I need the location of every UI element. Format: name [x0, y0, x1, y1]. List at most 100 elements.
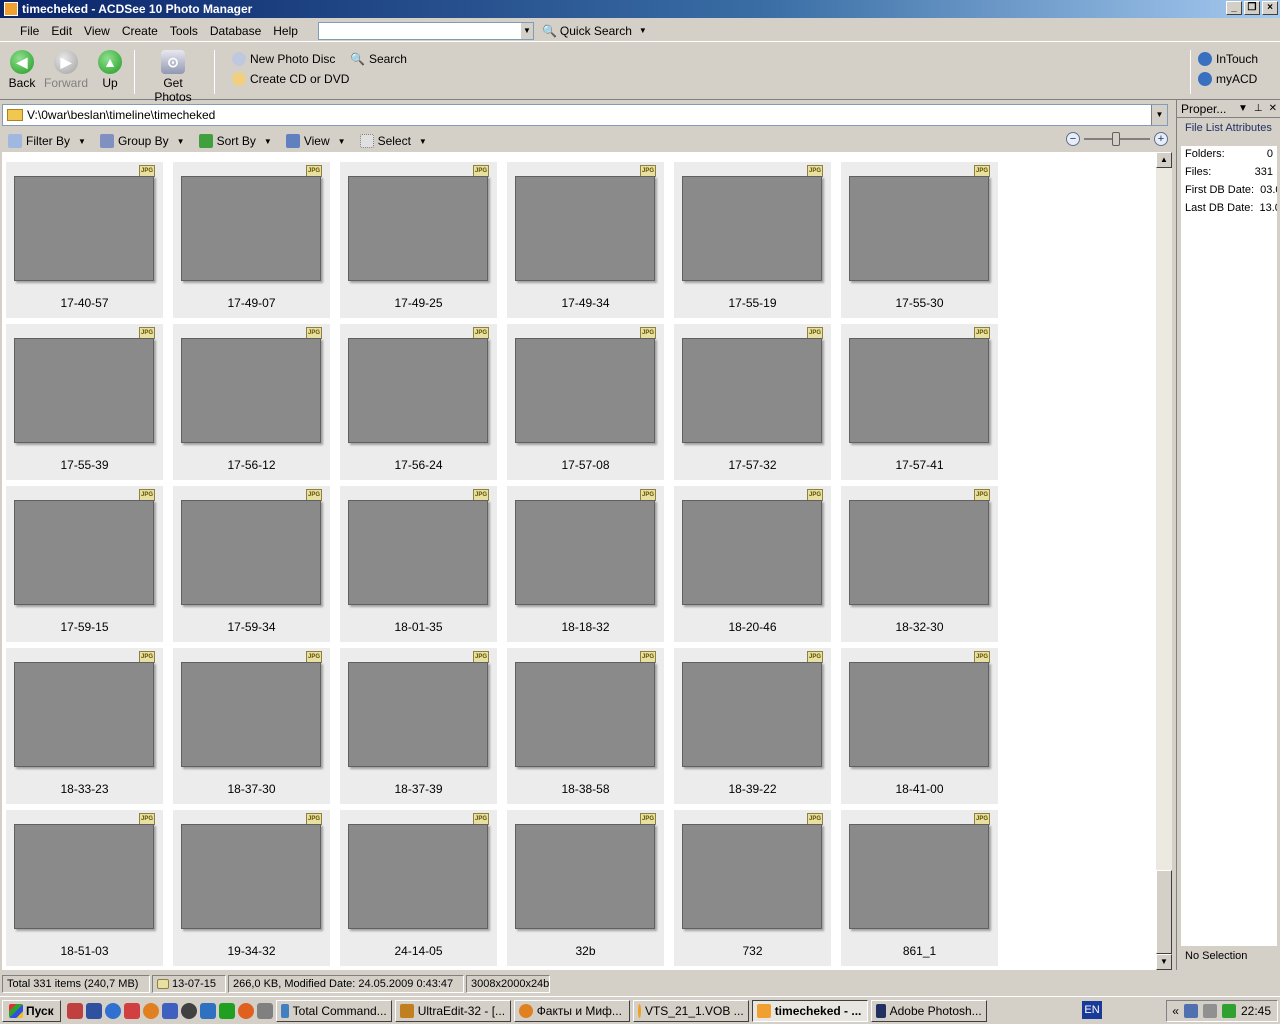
- menu-view[interactable]: View: [78, 22, 116, 40]
- task-button[interactable]: Adobe Photosh...: [870, 999, 987, 1022]
- photo-thumbnail[interactable]: [348, 662, 488, 767]
- photo-thumbnail[interactable]: [14, 824, 154, 929]
- thumbnail-tile[interactable]: JPG 18-41-00: [841, 648, 998, 804]
- photo-thumbnail[interactable]: [515, 824, 655, 929]
- menu-tools[interactable]: Tools: [164, 22, 204, 40]
- path-bar[interactable]: V:\0war\beslan\timeline\timecheked ▼: [2, 104, 1168, 126]
- thumbnail-tile[interactable]: JPG 24-14-05: [340, 810, 497, 966]
- photo-thumbnail[interactable]: [682, 662, 822, 767]
- thumbnail-tile[interactable]: JPG 18-01-35: [340, 486, 497, 642]
- thumbnail-tile[interactable]: JPG 18-18-32: [507, 486, 664, 642]
- thumbnail-tile[interactable]: JPG 17-49-34: [507, 162, 664, 318]
- photo-thumbnail[interactable]: [348, 500, 488, 605]
- thumbnail-tile[interactable]: JPG 732: [674, 810, 831, 966]
- tray-expand-icon[interactable]: «: [1172, 1004, 1179, 1018]
- photo-thumbnail[interactable]: [682, 176, 822, 281]
- search-button[interactable]: 🔍 Search: [350, 52, 407, 66]
- menu-create[interactable]: Create: [116, 22, 164, 40]
- thumbnail-tile[interactable]: JPG 17-40-57: [6, 162, 163, 318]
- photo-thumbnail[interactable]: [682, 338, 822, 443]
- thumbnail-tile[interactable]: JPG 17-56-12: [173, 324, 330, 480]
- intouch-button[interactable]: InTouch: [1198, 52, 1258, 66]
- photo-thumbnail[interactable]: [515, 338, 655, 443]
- menu-help[interactable]: Help: [267, 22, 304, 40]
- quicklaunch-icon[interactable]: [218, 1002, 235, 1019]
- chevron-down-icon[interactable]: ▼: [1151, 105, 1167, 125]
- get-photos-button[interactable]: ⊙ Get Photos: [144, 50, 202, 104]
- photo-thumbnail[interactable]: [849, 824, 989, 929]
- photo-thumbnail[interactable]: [682, 824, 822, 929]
- thumbnail-tile[interactable]: JPG 17-55-19: [674, 162, 831, 318]
- menu-database[interactable]: Database: [204, 22, 267, 40]
- zoom-slider[interactable]: [1084, 132, 1150, 146]
- thumbnail-tile[interactable]: JPG 861_1: [841, 810, 998, 966]
- thumbnail-tile[interactable]: JPG 18-32-30: [841, 486, 998, 642]
- thumbnail-tile[interactable]: JPG 18-20-46: [674, 486, 831, 642]
- myacd-button[interactable]: myACD: [1198, 72, 1257, 86]
- minimize-button[interactable]: _: [1226, 1, 1242, 15]
- filter-by-button[interactable]: Filter By ▼: [8, 134, 86, 148]
- quicklaunch-icon[interactable]: [66, 1002, 83, 1019]
- task-button[interactable]: Факты и Миф...: [513, 999, 630, 1022]
- thumbnail-tile[interactable]: JPG 17-56-24: [340, 324, 497, 480]
- thumbnail-tile[interactable]: JPG 17-57-08: [507, 324, 664, 480]
- quicklaunch-icon[interactable]: [123, 1002, 140, 1019]
- photo-thumbnail[interactable]: [849, 500, 989, 605]
- photo-thumbnail[interactable]: [849, 176, 989, 281]
- photo-thumbnail[interactable]: [515, 500, 655, 605]
- photo-thumbnail[interactable]: [14, 500, 154, 605]
- quicklaunch-icon[interactable]: [256, 1002, 273, 1019]
- quicklaunch-icon[interactable]: [180, 1002, 197, 1019]
- quicklaunch-icon[interactable]: [161, 1002, 178, 1019]
- thumbnail-tile[interactable]: JPG 17-55-30: [841, 162, 998, 318]
- photo-thumbnail[interactable]: [181, 176, 321, 281]
- tray-icon[interactable]: [1202, 1004, 1217, 1018]
- thumbnail-tile[interactable]: JPG 19-34-32: [173, 810, 330, 966]
- quicklaunch-icon[interactable]: [104, 1002, 121, 1019]
- thumbnail-tile[interactable]: JPG 18-37-39: [340, 648, 497, 804]
- pin-icon[interactable]: ⊥: [1254, 103, 1263, 114]
- photo-thumbnail[interactable]: [348, 824, 488, 929]
- thumbnail-tile[interactable]: JPG 18-38-58: [507, 648, 664, 804]
- thumbnail-tile[interactable]: JPG 17-59-34: [173, 486, 330, 642]
- new-photo-disc-button[interactable]: New Photo Disc: [232, 52, 335, 66]
- firefox-icon[interactable]: [142, 1002, 159, 1019]
- photo-thumbnail[interactable]: [181, 824, 321, 929]
- photo-thumbnail[interactable]: [14, 176, 154, 281]
- thumbnail-tile[interactable]: JPG 17-55-39: [6, 324, 163, 480]
- create-cd-button[interactable]: Create CD or DVD: [232, 72, 349, 86]
- menu-file[interactable]: File: [14, 22, 45, 40]
- thumbnail-tile[interactable]: JPG 32b: [507, 810, 664, 966]
- restore-button[interactable]: ❐: [1244, 1, 1260, 15]
- select-button[interactable]: Select ▼: [359, 134, 427, 148]
- task-button[interactable]: VTS_21_1.VOB ...: [632, 999, 749, 1022]
- vertical-scrollbar[interactable]: ▲ ▼: [1156, 152, 1172, 970]
- quicklaunch-icon[interactable]: [237, 1002, 254, 1019]
- thumbnail-tile[interactable]: JPG 18-33-23: [6, 648, 163, 804]
- thumbnail-tile[interactable]: JPG 17-57-41: [841, 324, 998, 480]
- menu-edit[interactable]: Edit: [45, 22, 78, 40]
- network-icon[interactable]: [1183, 1004, 1198, 1018]
- task-button[interactable]: UltraEdit-32 - [...: [394, 999, 511, 1022]
- photo-thumbnail[interactable]: [682, 500, 822, 605]
- photo-thumbnail[interactable]: [348, 176, 488, 281]
- start-button[interactable]: Пуск: [2, 999, 61, 1022]
- close-icon[interactable]: ✕: [1269, 103, 1277, 114]
- photo-thumbnail[interactable]: [14, 338, 154, 443]
- thumbnail-tile[interactable]: JPG 18-37-30: [173, 648, 330, 804]
- photo-thumbnail[interactable]: [515, 662, 655, 767]
- chevron-down-icon[interactable]: ▼: [520, 22, 533, 39]
- thumbnail-tile[interactable]: JPG 17-59-15: [6, 486, 163, 642]
- photo-thumbnail[interactable]: [849, 338, 989, 443]
- tray-icon[interactable]: [1221, 1004, 1236, 1018]
- photo-thumbnail[interactable]: [181, 500, 321, 605]
- view-button[interactable]: View ▼: [285, 134, 346, 148]
- scroll-down-icon[interactable]: ▼: [1156, 954, 1172, 970]
- photo-thumbnail[interactable]: [849, 662, 989, 767]
- task-button[interactable]: Total Command...: [275, 999, 392, 1022]
- quick-search-button[interactable]: 🔍 Quick Search ▼: [542, 24, 647, 38]
- group-by-button[interactable]: Group By ▼: [99, 134, 185, 148]
- photo-thumbnail[interactable]: [348, 338, 488, 443]
- thumbnail-tile[interactable]: JPG 18-39-22: [674, 648, 831, 804]
- quicklaunch-icon[interactable]: [85, 1002, 102, 1019]
